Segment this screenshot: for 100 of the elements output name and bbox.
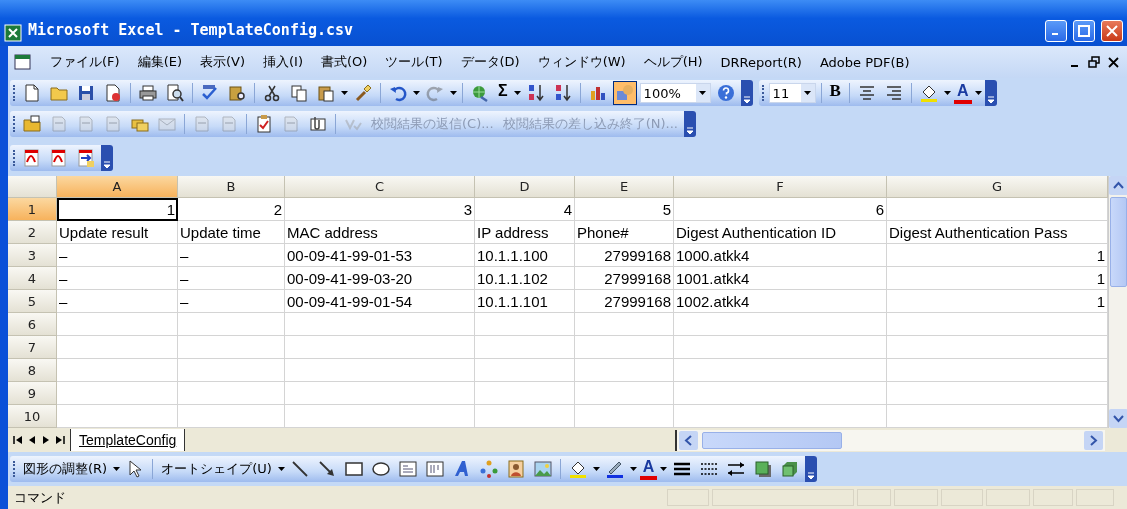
table-cell[interactable]: IP address (475, 221, 575, 244)
table-cell[interactable]: 10.1.1.102 (475, 267, 575, 290)
table-cell[interactable]: 1 (887, 290, 1108, 313)
row-header[interactable]: 4 (8, 267, 57, 290)
empty-cell[interactable] (475, 336, 575, 359)
dropdown-field[interactable]: 100% (639, 83, 711, 103)
row-header[interactable]: 5 (8, 290, 57, 313)
first-sheet-icon[interactable] (12, 434, 24, 446)
row-header[interactable]: 7 (8, 336, 57, 359)
font-color-button[interactable]: A (953, 82, 972, 104)
toolbar-options-icon[interactable] (740, 80, 753, 106)
maximize-button[interactable] (1073, 20, 1095, 42)
empty-cell[interactable] (575, 336, 674, 359)
empty-cell[interactable] (178, 336, 285, 359)
table-cell[interactable]: 5 (575, 198, 674, 221)
table-cell[interactable]: 00-09-41-99-01-54 (285, 290, 475, 313)
empty-cell[interactable] (575, 313, 674, 336)
column-header[interactable]: F (674, 176, 887, 198)
toolbar-button[interactable]: オートシェイプ(U) (158, 458, 275, 480)
empty-cell[interactable] (887, 382, 1108, 405)
caret-icon[interactable] (592, 467, 600, 471)
toolbar-options-icon[interactable] (101, 145, 113, 171)
menu-item[interactable]: ヘルプ(H) (643, 53, 703, 71)
caret-icon[interactable] (341, 91, 348, 95)
scroll-left-icon[interactable] (679, 430, 698, 450)
table-cell[interactable]: 2 (178, 198, 285, 221)
last-sheet-icon[interactable] (54, 434, 66, 446)
scrollbar-thumb[interactable] (1110, 197, 1127, 287)
table-cell[interactable]: – (57, 267, 178, 290)
empty-cell[interactable] (285, 336, 475, 359)
menu-item[interactable]: 表示(V) (200, 53, 246, 71)
menu-item[interactable]: ウィンドウ(W) (537, 53, 626, 71)
maximize-icon[interactable] (1078, 25, 1090, 37)
empty-cell[interactable] (475, 313, 575, 336)
menu-item[interactable]: Adobe PDF(B) (819, 54, 910, 70)
caret-icon[interactable] (113, 467, 121, 471)
toolbar-button[interactable]: 図形の調整(R) (20, 458, 111, 480)
table-cell[interactable]: – (57, 244, 178, 267)
row-header[interactable]: 10 (8, 405, 57, 428)
minimize-button[interactable] (1045, 20, 1067, 42)
column-header[interactable]: A (57, 176, 178, 198)
empty-cell[interactable] (674, 336, 887, 359)
column-header[interactable]: B (178, 176, 285, 198)
empty-cell[interactable] (475, 382, 575, 405)
empty-cell[interactable] (575, 359, 674, 382)
table-cell[interactable]: 1000.atkk4 (674, 244, 887, 267)
menu-item[interactable]: ファイル(F) (50, 53, 120, 71)
row-header[interactable]: 9 (8, 382, 57, 405)
table-cell[interactable]: 1002.atkk4 (674, 290, 887, 313)
table-cell[interactable]: MAC address (285, 221, 475, 244)
menu-item[interactable]: 編集(E) (137, 53, 182, 71)
shapes-icon[interactable] (612, 81, 637, 105)
caret-icon[interactable] (699, 91, 707, 95)
row-header[interactable]: 1 (8, 198, 57, 221)
table-cell[interactable]: 1 (887, 267, 1108, 290)
empty-cell[interactable] (887, 313, 1108, 336)
scroll-down-icon[interactable] (1109, 409, 1127, 428)
empty-cell[interactable] (575, 382, 674, 405)
restore-icon[interactable] (1088, 56, 1100, 68)
menu-item[interactable]: 挿入(I) (263, 53, 303, 71)
empty-cell[interactable] (285, 359, 475, 382)
table-cell[interactable]: 10.1.1.101 (475, 290, 575, 313)
table-cell[interactable]: 1001.atkk4 (674, 267, 887, 290)
empty-cell[interactable] (285, 382, 475, 405)
font-color-button[interactable]: A (639, 458, 658, 480)
menu-item[interactable]: DRReport(R) (720, 54, 802, 70)
table-cell[interactable]: – (178, 244, 285, 267)
table-cell[interactable]: Digest Authentication Pass (887, 221, 1108, 244)
table-cell[interactable]: – (178, 267, 285, 290)
empty-cell[interactable] (674, 359, 887, 382)
table-cell[interactable]: 6 (674, 198, 887, 221)
scroll-right-icon[interactable] (1084, 430, 1103, 450)
table-cell[interactable]: Update time (178, 221, 285, 244)
column-header[interactable]: G (887, 176, 1108, 198)
table-cell[interactable]: 27999168 (575, 290, 674, 313)
caret-icon[interactable] (277, 467, 285, 471)
scrollbar-thumb[interactable] (702, 431, 842, 449)
row-header[interactable]: 3 (8, 244, 57, 267)
empty-cell[interactable] (887, 198, 1108, 221)
sheet-tab[interactable]: TemplateConfig (70, 429, 186, 451)
caret-icon[interactable] (413, 91, 420, 95)
table-cell[interactable]: 27999168 (575, 244, 674, 267)
toolbar-options-icon[interactable] (984, 80, 997, 106)
scroll-up-icon[interactable] (1109, 176, 1127, 195)
caret-icon[interactable] (660, 467, 668, 471)
column-header[interactable]: C (285, 176, 475, 198)
empty-cell[interactable] (285, 313, 475, 336)
autosum-button[interactable]: Σ (495, 82, 511, 104)
toolbar-options-icon[interactable] (805, 456, 818, 482)
empty-cell[interactable] (887, 336, 1108, 359)
empty-cell[interactable] (887, 359, 1108, 382)
menu-item[interactable]: 書式(O) (321, 53, 368, 71)
empty-cell[interactable] (674, 382, 887, 405)
dropdown-field[interactable]: 11 (768, 83, 816, 103)
table-cell[interactable]: 10.1.1.100 (475, 244, 575, 267)
row-header[interactable]: 8 (8, 359, 57, 382)
table-cell[interactable]: Digest Authentication ID (674, 221, 887, 244)
table-cell[interactable]: 1 (887, 244, 1108, 267)
close-button[interactable] (1101, 20, 1123, 42)
table-cell[interactable]: Phone# (575, 221, 674, 244)
